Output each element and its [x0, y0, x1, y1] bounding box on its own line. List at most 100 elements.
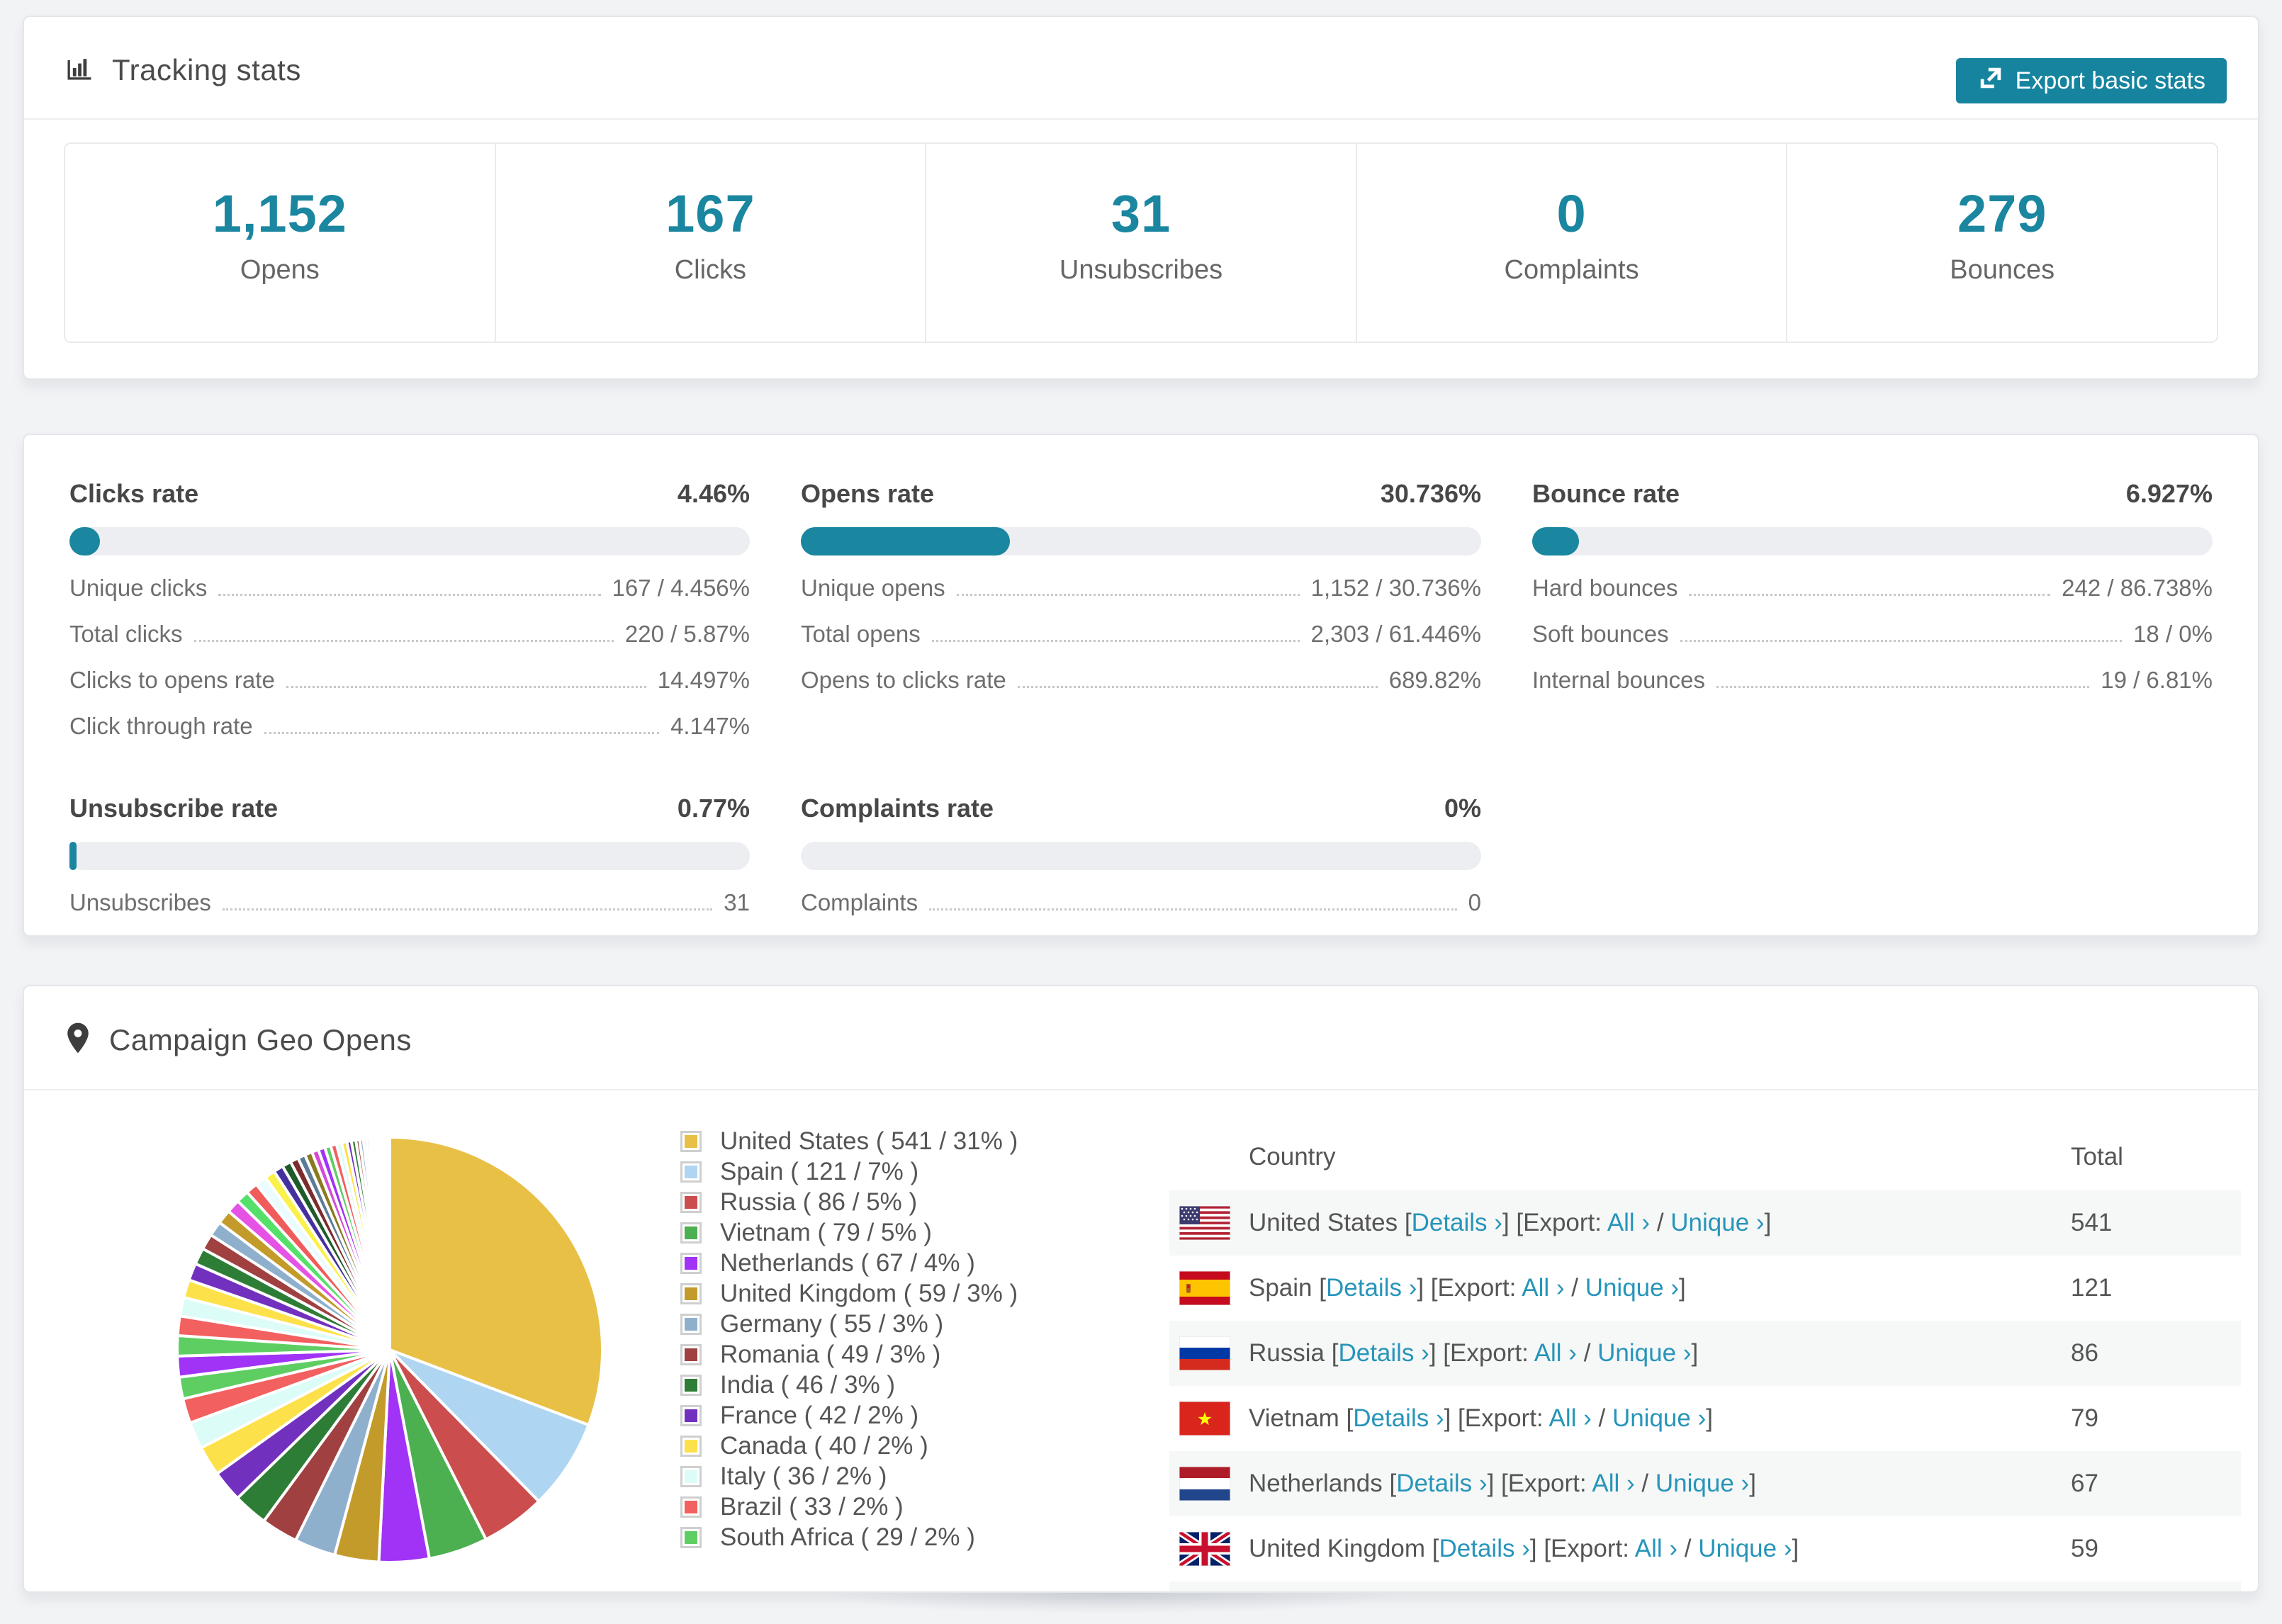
export-all-link[interactable]: All ›: [1592, 1470, 1634, 1497]
rate-progress-bar: [69, 527, 750, 556]
row-text: ] [Export:: [1487, 1470, 1592, 1497]
stat-value: 167: [665, 184, 755, 243]
details-link[interactable]: Details ›: [1412, 1209, 1502, 1236]
legend-label: Brazil ( 33 / 2% ): [720, 1492, 904, 1521]
stat-label: Unsubscribes: [1059, 255, 1223, 285]
summary-stats: 1,152 Opens 167 Clicks 31 Unsubscribes 0 Compla…: [64, 142, 2218, 343]
country-cell: United Kingdom [Details ›] [Export: All …: [1249, 1535, 2071, 1563]
legend-swatch: [680, 1343, 702, 1365]
rate-detail-row: Opens to clicks rate 689.82%: [801, 667, 1481, 694]
rate-detail-value: 18 / 0%: [2133, 621, 2213, 647]
country-name: Spain: [1249, 1274, 1320, 1302]
dotted-leader: [1017, 686, 1378, 688]
legend-label: Romania ( 49 / 3% ): [720, 1340, 941, 1368]
export-all-link[interactable]: All ›: [1635, 1535, 1677, 1562]
row-text: /: [1576, 1339, 1598, 1367]
stat-cell: 31 Unsubscribes: [926, 144, 1357, 342]
legend-swatch: [680, 1252, 702, 1274]
geo-pie-chart[interactable]: [163, 1123, 617, 1577]
row-text: ] [Export:: [1529, 1535, 1635, 1562]
legend-item: India ( 46 / 3% ): [680, 1370, 1018, 1400]
table-row: United States [Details ›] [Export: All ›…: [1169, 1190, 2241, 1256]
export-unique-link[interactable]: Unique ›: [1585, 1274, 1679, 1302]
export-all-link[interactable]: All ›: [1548, 1404, 1591, 1432]
stat-cell: 1,152 Opens: [65, 144, 496, 342]
rate-progress-fill: [801, 527, 1011, 556]
flag-vn-icon: [1179, 1402, 1230, 1436]
rate-detail-value: 689.82%: [1388, 667, 1481, 693]
location-pin-icon: [64, 1022, 92, 1058]
export-basic-stats-button[interactable]: Export basic stats: [1955, 58, 2227, 103]
legend-label: Russia ( 86 / 5% ): [720, 1188, 918, 1216]
divider: [24, 118, 2258, 120]
export-all-link[interactable]: All ›: [1607, 1209, 1650, 1236]
details-link[interactable]: Details ›: [1353, 1404, 1444, 1432]
details-link[interactable]: Details ›: [1326, 1274, 1417, 1302]
row-text: /: [1634, 1470, 1656, 1497]
legend-label: France ( 42 / 2% ): [720, 1401, 919, 1429]
total-value: 541: [2071, 1209, 2113, 1236]
country-name: United Kingdom: [1249, 1535, 1432, 1562]
legend-swatch: [680, 1435, 702, 1457]
rate-title: Bounce rate: [1532, 479, 1680, 508]
legend-swatch: [680, 1526, 702, 1548]
row-text: ]: [1678, 1274, 1686, 1302]
geo-content: United States ( 541 / 31% ) Spain ( 121 /…: [24, 1090, 2258, 1591]
export-unique-link[interactable]: Unique ›: [1597, 1339, 1691, 1367]
legend-item: France ( 42 / 2% ): [680, 1400, 1018, 1431]
rate-progress-bar: [1532, 527, 2213, 556]
rate-title: Opens rate: [801, 479, 935, 508]
export-unique-link[interactable]: Unique ›: [1612, 1404, 1706, 1432]
details-link[interactable]: Details ›: [1439, 1535, 1530, 1562]
total-value: 86: [2071, 1339, 2098, 1367]
rate-detail-value: 167 / 4.456%: [612, 575, 751, 601]
legend-swatch: [680, 1222, 702, 1244]
rate-title: Complaints rate: [801, 794, 994, 823]
row-text: ]: [1792, 1535, 1799, 1562]
total-value: 67: [2071, 1470, 2098, 1497]
rate-block: Clicks rate 4.46% Unique clicks 167 / 4.456…: [69, 479, 750, 740]
tracking-stats-title: Tracking stats: [112, 52, 301, 86]
rate-value: 0.77%: [677, 794, 750, 823]
country-name: United States: [1249, 1209, 1405, 1236]
export-unique-link[interactable]: Unique ›: [1670, 1209, 1764, 1236]
rate-detail-label: Total clicks: [69, 621, 183, 647]
geo-table: Country Total United States [Details ›] …: [1169, 1123, 2241, 1591]
details-link[interactable]: Details ›: [1338, 1339, 1429, 1367]
pie-slice[interactable]: [387, 1135, 391, 1351]
rate-value: 30.736%: [1380, 479, 1481, 508]
details-link[interactable]: Details ›: [1396, 1470, 1487, 1497]
row-text: [: [1346, 1404, 1354, 1432]
chart-bars-icon: [64, 52, 95, 87]
rate-detail-label: Clicks to opens rate: [69, 667, 275, 693]
export-icon: [1977, 64, 2004, 98]
rate-title: Clicks rate: [69, 479, 199, 508]
row-text: ]: [1749, 1470, 1756, 1497]
row-text: ]: [1706, 1404, 1713, 1432]
legend-item: Germany ( 55 / 3% ): [680, 1309, 1018, 1339]
export-all-link[interactable]: All ›: [1522, 1274, 1564, 1302]
rate-value: 4.46%: [677, 479, 750, 508]
table-row: Spain [Details ›] [Export: All › / Uniqu…: [1169, 1256, 2241, 1321]
legend-label: United Kingdom ( 59 / 3% ): [720, 1279, 1018, 1307]
geo-legend: United States ( 541 / 31% ) Spain ( 121 /…: [680, 1126, 1018, 1552]
legend-swatch: [680, 1496, 702, 1518]
country-name: Vietnam: [1249, 1404, 1347, 1432]
rate-detail-row: Internal bounces 19 / 6.81%: [1532, 667, 2213, 694]
stat-label: Opens: [240, 255, 320, 285]
rate-detail-rows: Unsubscribes 31: [69, 889, 750, 916]
rate-detail-label: Complaints: [801, 889, 918, 915]
legend-item: Canada ( 40 / 2% ): [680, 1431, 1018, 1461]
export-all-link[interactable]: All ›: [1534, 1339, 1577, 1367]
export-unique-link[interactable]: Unique ›: [1698, 1535, 1792, 1562]
rate-detail-row: Unique opens 1,152 / 30.736%: [801, 575, 1481, 602]
export-unique-link[interactable]: Unique ›: [1656, 1470, 1749, 1497]
stat-value: 31: [1111, 184, 1171, 243]
dotted-leader: [1680, 640, 2123, 642]
rate-progress-bar: [801, 527, 1481, 556]
flag-ru-icon: [1179, 1336, 1230, 1370]
rate-detail-rows: Complaints 0: [801, 889, 1481, 916]
legend-swatch: [680, 1191, 702, 1213]
row-text: ] [Export:: [1444, 1404, 1549, 1432]
rate-detail-value: 1,152 / 30.736%: [1310, 575, 1481, 601]
